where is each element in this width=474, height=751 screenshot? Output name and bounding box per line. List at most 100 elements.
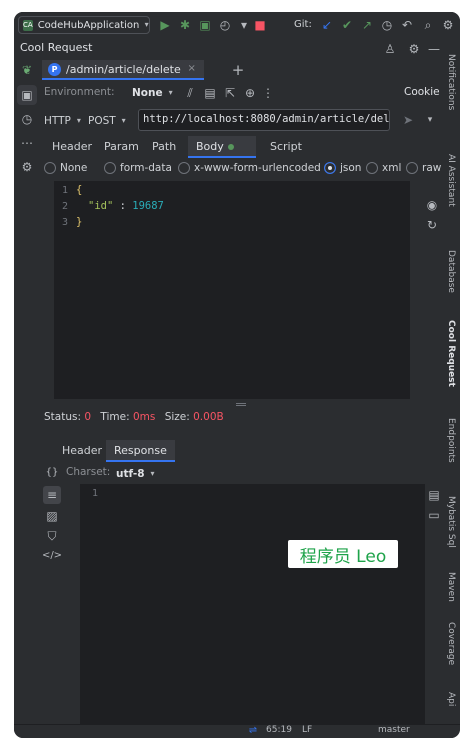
git-commit-icon[interactable]: ✔	[339, 17, 355, 33]
charset-bar: {} Charset: utf-8 ▾	[40, 463, 442, 483]
tab-path[interactable]: Path	[144, 136, 184, 158]
history-icon[interactable]: ◷	[19, 111, 35, 127]
more-icon[interactable]: ⋯	[19, 135, 35, 151]
api-request-icon[interactable]: ▣	[17, 85, 37, 105]
code-line: }	[76, 216, 83, 228]
tool-endpoints[interactable]: Endpoints	[446, 418, 456, 463]
post-method-badge: P	[48, 62, 61, 76]
radio-circle	[104, 162, 116, 174]
more-run-icon[interactable]: ▾	[236, 17, 252, 33]
response-editor[interactable]: 1	[80, 484, 425, 724]
add-tab-icon[interactable]: +	[230, 62, 246, 78]
protocol-select[interactable]: HTTP ▾	[44, 113, 84, 129]
tool-cool-request[interactable]: Cool Request	[446, 320, 456, 387]
minimize-icon[interactable]: —	[426, 41, 442, 57]
tab-header[interactable]: Header	[44, 136, 100, 158]
body-editor[interactable]: 1 2 3 { "id" : 19687 }	[54, 181, 422, 399]
braces-icon[interactable]: {}	[44, 465, 60, 481]
method-select[interactable]: POST ▾	[88, 113, 129, 129]
line-gutter: 1 2 3	[54, 181, 84, 399]
right-tool-strip: Notifications AI Assistant Database Cool…	[442, 42, 460, 724]
tool-database[interactable]: Database	[446, 250, 456, 293]
radio-x-www-form-urlencoded[interactable]: x-www-form-urlencoded	[178, 162, 321, 174]
radio-raw[interactable]: raw	[406, 162, 441, 174]
git-branch[interactable]: master	[378, 725, 410, 735]
project-selector[interactable]: CA CodeHubApplication ▾	[18, 16, 150, 34]
history-icon[interactable]: ◷	[379, 17, 395, 33]
environment-value: None	[132, 87, 163, 99]
save-icon[interactable]: ▤	[202, 85, 218, 101]
code-view-icon[interactable]: </>	[42, 548, 62, 564]
debug-icon[interactable]: ✱	[177, 17, 193, 33]
radio-xml[interactable]: xml	[366, 162, 401, 174]
curl-import-icon[interactable]: ⫽	[182, 85, 198, 101]
tool-ai-assistant[interactable]: AI Assistant	[446, 154, 456, 207]
body-type-selector: None form-data x-www-form-urlencoded jso…	[40, 160, 442, 178]
cursor-position[interactable]: 65:19	[266, 725, 292, 735]
tool-maven[interactable]: Maven	[446, 572, 456, 602]
radio-label: xml	[382, 162, 402, 174]
close-icon[interactable]: ×	[186, 61, 198, 77]
charset-select[interactable]: utf-8 ▾	[116, 466, 158, 482]
git-push-icon[interactable]: ↗	[359, 17, 375, 33]
rollback-icon[interactable]: ↶	[399, 17, 415, 33]
radio-circle	[406, 162, 418, 174]
splitter-handle[interactable]	[40, 402, 442, 408]
json-separator: :	[113, 200, 133, 212]
tool-mybatis-sql[interactable]: Mybatis Sql	[446, 496, 456, 548]
method-value: POST	[88, 115, 116, 127]
radio-none[interactable]: None	[44, 162, 87, 174]
environment-select[interactable]: None ▾	[132, 85, 176, 101]
open-external-icon[interactable]: ⇱	[222, 85, 238, 101]
tab-param[interactable]: Param	[96, 136, 147, 158]
eye-icon[interactable]: ◉	[424, 197, 440, 213]
image-view-icon[interactable]: ▨	[44, 508, 60, 524]
chevron-down-icon[interactable]: ▾	[422, 112, 438, 128]
tool-notifications[interactable]: Notifications	[446, 54, 456, 110]
line-separator[interactable]: LF	[302, 725, 312, 735]
spring-icon[interactable]: ❦	[19, 62, 35, 78]
project-icon: CA	[23, 19, 33, 31]
settings-icon[interactable]: ⚙	[19, 159, 35, 175]
tab-response-header[interactable]: Header	[54, 440, 110, 462]
git-update-icon[interactable]: ↙	[319, 17, 335, 33]
target-icon[interactable]: ⊕	[242, 85, 258, 101]
coverage-icon[interactable]: ▣	[197, 17, 213, 33]
charset-value: utf-8	[116, 468, 145, 480]
url-input[interactable]: http://localhost:8080/admin/article/dele…	[138, 109, 390, 131]
cookie-button[interactable]: Cookie	[404, 86, 440, 98]
grip-icon	[236, 403, 246, 406]
user-icon[interactable]: ♙	[382, 41, 398, 57]
panel-icon[interactable]: ▭	[426, 507, 442, 523]
radio-json[interactable]: json	[324, 162, 361, 174]
request-tab-bar: P /admin/article/delete × +	[40, 59, 442, 81]
time-value: 0ms	[132, 411, 156, 423]
send-icon[interactable]: ➤	[400, 112, 416, 128]
html-view-icon[interactable]: ⛉	[44, 528, 60, 544]
tab-body[interactable]: Body	[188, 136, 256, 158]
request-section-tabs: Header Param Path Body Script	[40, 136, 442, 158]
request-tab-label: /admin/article/delete	[66, 62, 181, 76]
radio-label: raw	[422, 162, 442, 174]
gear-icon[interactable]: ⚙	[406, 41, 422, 57]
tool-coverage[interactable]: Coverage	[446, 622, 456, 665]
save-icon[interactable]: ▤	[426, 487, 442, 503]
plugin-icon[interactable]: ⇌	[246, 724, 260, 738]
text-view-icon[interactable]: ≡	[43, 486, 61, 504]
search-icon[interactable]: ⌕	[420, 17, 436, 33]
stop-icon[interactable]: ■	[252, 17, 268, 33]
size-label: Size:	[164, 411, 190, 423]
radio-form-data[interactable]: form-data	[104, 162, 172, 174]
watermark: 程序员 Leo	[288, 540, 398, 568]
more-vertical-icon[interactable]: ⋮	[260, 85, 276, 101]
format-icon[interactable]: ↻	[424, 217, 440, 233]
profiler-icon[interactable]: ◴	[217, 17, 233, 33]
run-icon[interactable]: ▶	[157, 17, 173, 33]
settings-icon[interactable]: ⚙	[440, 17, 456, 33]
request-tab[interactable]: P /admin/article/delete ×	[42, 60, 204, 80]
time-label: Time:	[100, 411, 130, 423]
tab-script[interactable]: Script	[262, 136, 310, 158]
chevron-down-icon: ▾	[121, 116, 126, 125]
tool-api[interactable]: Api	[446, 692, 456, 706]
tab-response-body[interactable]: Response	[106, 440, 175, 462]
